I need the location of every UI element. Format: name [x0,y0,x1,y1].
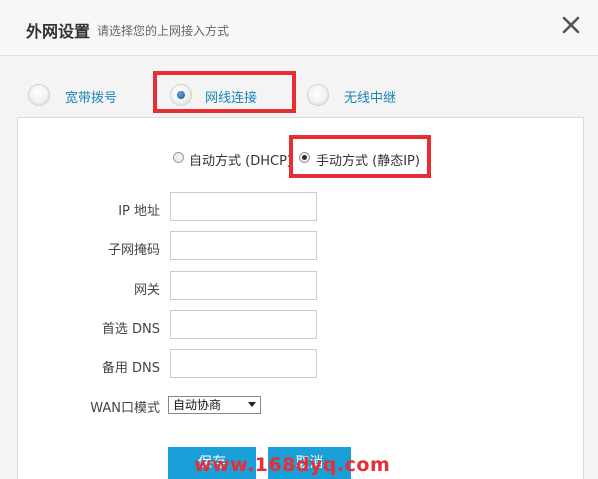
ip-address-input[interactable] [170,192,317,221]
wan-mode-label: WAN口模式 [90,401,160,416]
radio-button-selected[interactable] [170,84,192,106]
radio-label: 无线中继 [344,91,397,106]
wan-mode-select[interactable]: 自动协商 [168,396,261,414]
chevron-down-icon [248,402,256,407]
dialog-header: 外网设置 请选择您的上网接入方式 [0,0,598,56]
watermark-text: www.168dyq.com [194,454,391,476]
gateway-input[interactable] [170,271,317,300]
dialog-title: 外网设置 [26,22,91,41]
subnet-mask-input[interactable] [170,231,317,260]
dhcp-label: 自动方式 (DHCP) [189,154,292,169]
gateway-label: 网关 [133,283,160,298]
radio-label: 网线连接 [205,91,258,106]
primary-dns-label: 首选 DNS [101,322,160,337]
backup-dns-input[interactable] [170,349,317,378]
dialog-subtitle: 请选择您的上网接入方式 [97,24,230,38]
radio-broadband-dialup[interactable]: 宽带拨号 [28,81,128,111]
radio-dot [302,155,307,160]
static-ip-label: 手动方式 (静态IP) [316,154,420,169]
primary-dns-input[interactable] [170,310,317,339]
ip-address-label: IP 地址 [118,204,160,219]
radio-label: 宽带拨号 [65,91,118,106]
radio-button[interactable] [307,84,329,106]
radio-wireless-repeater[interactable]: 无线中继 [307,81,407,111]
radio-dot [177,91,185,99]
radio-dhcp[interactable] [173,152,184,163]
radio-static-ip[interactable] [299,152,310,163]
subnet-mask-label: 子网掩码 [107,243,160,258]
radio-wired-connection[interactable]: 网线连接 [170,81,285,111]
close-icon[interactable] [558,12,584,38]
ip-mode-group: 自动方式 (DHCP) 手动方式 (静态IP) [0,150,598,169]
connection-mode-group: 宽带拨号 网线连接 无线中继 [0,81,598,111]
radio-button[interactable] [28,84,50,106]
wan-mode-value: 自动协商 [173,398,222,412]
backup-dns-label: 备用 DNS [101,361,160,376]
